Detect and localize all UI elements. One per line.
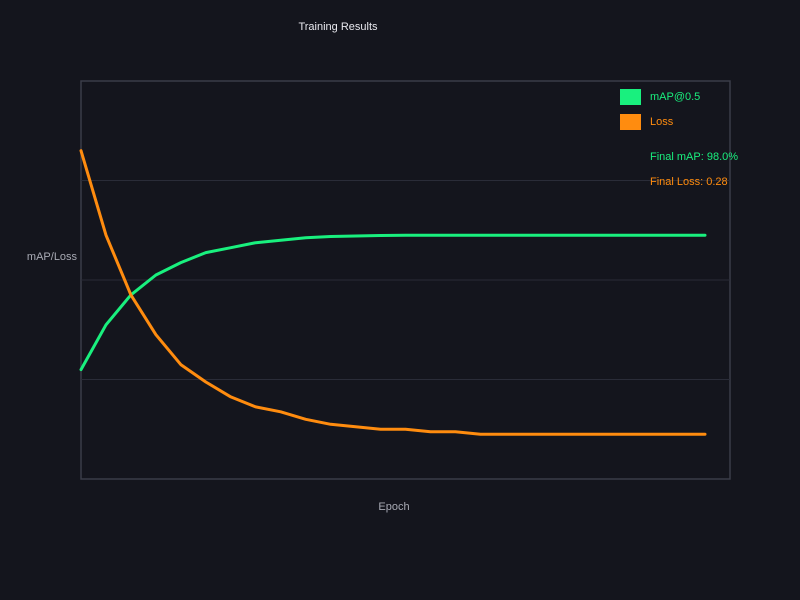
chart-title: Training Results [298, 21, 378, 33]
legend-label-loss: Loss [650, 116, 674, 128]
map-series-line [79, 233, 707, 372]
chart: Training Results mAP/Loss Epoch mAP@0.5 … [27, 21, 738, 513]
y-axis-label: mAP/Loss [27, 251, 78, 263]
grid-lines [81, 180, 730, 380]
final-loss-annotation: Final Loss: 0.28 [650, 176, 728, 188]
series-lines [79, 149, 707, 436]
legend-label-map: mAP@0.5 [650, 91, 700, 103]
legend-swatch-map [620, 89, 641, 105]
legend-swatch-loss [620, 114, 641, 130]
legend: mAP@0.5 Loss [620, 89, 700, 130]
loss-series-line [79, 149, 707, 436]
x-axis-label: Epoch [378, 501, 409, 513]
final-map-annotation: Final mAP: 98.0% [650, 151, 738, 163]
